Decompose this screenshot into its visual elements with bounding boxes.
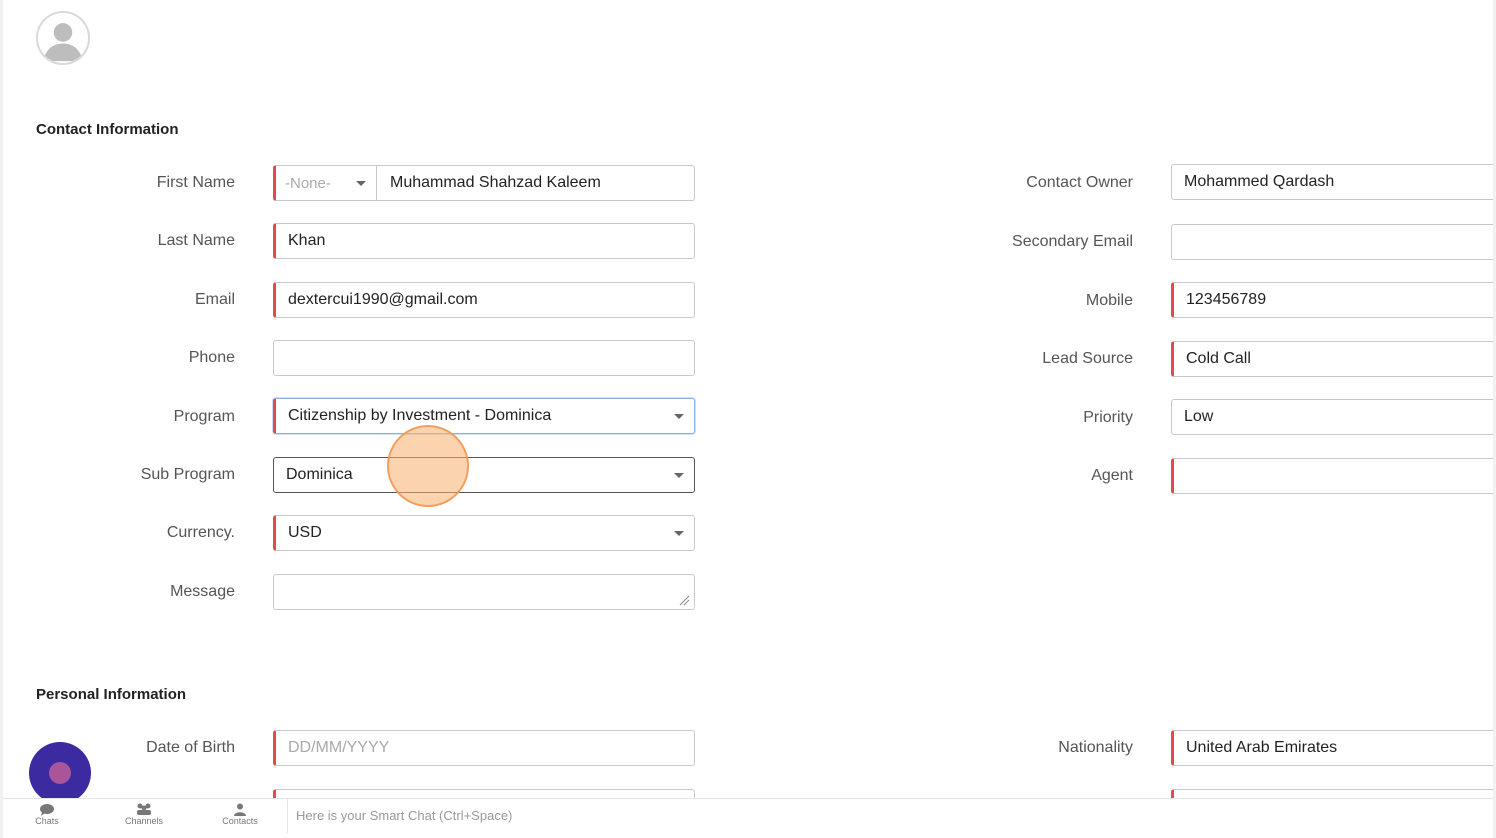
email-label: Email	[194, 291, 235, 308]
nationality-label: Nationality	[1058, 739, 1133, 756]
priority-label: Priority	[1083, 409, 1133, 426]
chats-tab-label: Chats	[35, 816, 59, 826]
sub-program-value: Dominica	[286, 466, 353, 483]
first-name-label: First Name	[156, 174, 235, 191]
smart-chat-input[interactable]: Here is your Smart Chat (Ctrl+Space)	[296, 808, 512, 823]
message-label: Message	[170, 583, 235, 600]
contact-owner-label: Contact Owner	[1026, 174, 1133, 191]
bottom-chat-bar: Chats Channels Contacts Here is your Sma…	[3, 798, 1493, 833]
contact-owner-field[interactable]: Mohammed Qardash	[1171, 164, 1493, 200]
currency-select[interactable]: USD	[273, 515, 695, 551]
agent-label: Agent	[1091, 467, 1133, 484]
channels-tab-label: Channels	[124, 816, 164, 826]
date-of-birth-placeholder: DD/MM/YYYY	[288, 739, 390, 756]
chats-tab[interactable]: Chats	[17, 803, 77, 826]
currency-label: Currency.	[166, 524, 235, 541]
mobile-input[interactable]: 123456789	[1171, 282, 1493, 318]
bottom-bar-divider	[287, 799, 288, 833]
first-name-field: -None- Muhammad Shahzad Kaleem	[273, 165, 695, 201]
channels-icon	[137, 803, 151, 815]
salutation-value: -None-	[285, 174, 331, 192]
contact-edit-form: Contact Information First Name Last Name…	[3, 0, 1493, 838]
chevron-down-icon	[674, 473, 684, 478]
channels-tab[interactable]: Channels	[114, 803, 174, 826]
contacts-tab-label: Contacts	[222, 816, 258, 826]
sub-program-label: Sub Program	[140, 466, 235, 483]
program-value: Citizenship by Investment - Dominica	[288, 407, 552, 424]
currency-value: USD	[288, 524, 322, 541]
message-textarea[interactable]	[273, 574, 695, 610]
contact-person-icon	[234, 803, 246, 816]
phone-input[interactable]	[273, 340, 695, 376]
email-input[interactable]: dextercui1990@gmail.com	[273, 282, 695, 318]
chat-icon	[40, 804, 54, 816]
salutation-select[interactable]: -None-	[276, 166, 377, 200]
mobile-label: Mobile	[1085, 292, 1133, 309]
profile-avatar-icon[interactable]	[36, 11, 90, 65]
program-select[interactable]: Citizenship by Investment - Dominica	[273, 398, 695, 434]
click-indicator	[387, 425, 469, 507]
contacts-tab[interactable]: Contacts	[210, 803, 270, 826]
secondary-email-input[interactable]	[1171, 224, 1493, 260]
priority-select[interactable]: Low	[1171, 399, 1493, 435]
chat-bubble-icon	[49, 762, 71, 784]
last-name-input[interactable]: Khan	[273, 223, 695, 259]
date-of-birth-input[interactable]: DD/MM/YYYY	[273, 730, 695, 766]
lead-source-select[interactable]: Cold Call	[1171, 341, 1493, 377]
last-name-label: Last Name	[157, 232, 235, 249]
contact-information-heading: Contact Information	[36, 121, 179, 138]
phone-label: Phone	[188, 349, 235, 366]
sub-program-select[interactable]: Dominica	[273, 457, 695, 493]
personal-information-heading: Personal Information	[36, 686, 187, 703]
secondary-email-label: Secondary Email	[1012, 233, 1133, 250]
resize-handle-icon[interactable]	[678, 594, 690, 606]
lead-source-label: Lead Source	[1042, 350, 1133, 367]
first-name-input[interactable]: Muhammad Shahzad Kaleem	[390, 166, 601, 200]
program-label: Program	[173, 408, 235, 425]
agent-input[interactable]	[1171, 458, 1493, 494]
nationality-select[interactable]: United Arab Emirates	[1171, 730, 1493, 766]
chevron-down-icon	[674, 531, 684, 536]
chevron-down-icon	[674, 414, 684, 419]
chevron-down-icon	[356, 181, 366, 186]
chat-launcher-button[interactable]	[29, 742, 91, 804]
